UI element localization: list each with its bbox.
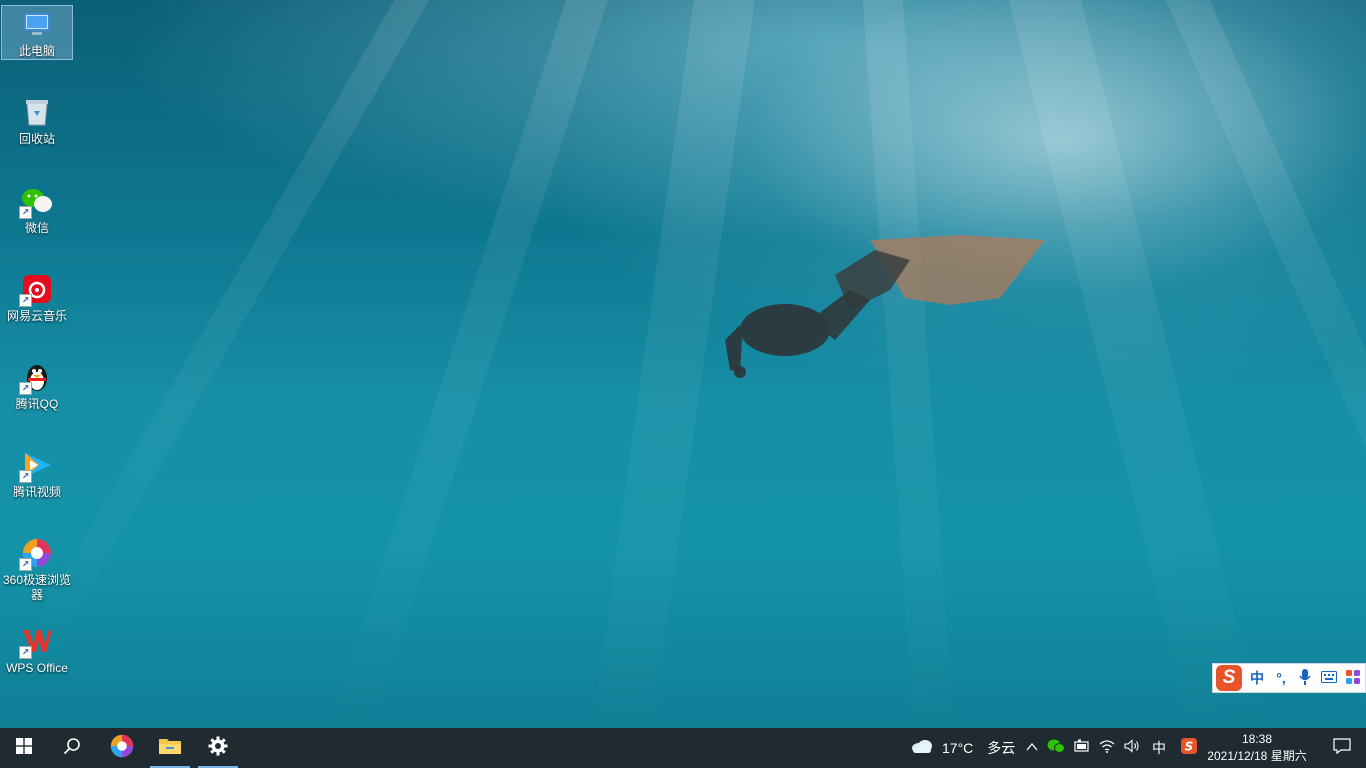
volume-icon[interactable] (1124, 738, 1140, 758)
taskbar: 17°C 多云 中 S 18:38 2021/12/18 星期六 (0, 728, 1366, 768)
desktop-icon-label: WPS Office (6, 661, 68, 675)
qq-penguin-icon: ↗ (19, 361, 53, 395)
desktop-icon-label: 网易云音乐 (6, 309, 67, 323)
shortcut-arrow-icon: ↗ (19, 558, 32, 571)
360-browser-icon (110, 734, 134, 763)
recycle-bin-icon (21, 96, 53, 128)
taskbar-app-file-explorer[interactable] (146, 728, 194, 768)
shortcut-arrow-icon: ↗ (19, 206, 32, 219)
notification-icon (1333, 737, 1351, 759)
taskbar-app-settings[interactable] (194, 728, 242, 768)
grid-icon[interactable] (1344, 669, 1362, 687)
wechat-tray-icon[interactable] (1047, 738, 1065, 759)
clock-time: 18:38 (1241, 732, 1273, 746)
desktop-icon-netease-music[interactable]: ↗ 网易云音乐 (1, 269, 73, 325)
shortcut-arrow-icon: ↗ (19, 382, 32, 395)
search-icon (63, 737, 81, 760)
sogou-icon[interactable]: S (1181, 737, 1197, 759)
wechat-icon: ↗ (19, 185, 53, 219)
diver-silhouette (725, 235, 1045, 378)
svg-text:S: S (1185, 739, 1194, 753)
ime-mode-toggle[interactable]: 中 (1248, 668, 1266, 688)
360-browser-icon: ↗ (19, 537, 53, 571)
search-button[interactable] (48, 728, 96, 768)
microphone-icon[interactable] (1296, 668, 1314, 688)
clock-date: 2021/12/18 星期六 (1207, 749, 1307, 763)
desktop-icon-this-pc[interactable]: 此电脑 (1, 5, 73, 60)
chevron-up-icon[interactable] (1026, 739, 1038, 757)
shortcut-arrow-icon: ↗ (19, 646, 32, 659)
desktop-icon-label: 回收站 (18, 132, 55, 146)
desktop-icon-label: 此电脑 (18, 44, 55, 58)
ime-punctuation-toggle[interactable]: °, (1272, 670, 1290, 686)
desktop-icon-360-browser[interactable]: ↗ 360极速浏览器 (1, 533, 73, 603)
shortcut-arrow-icon: ↗ (19, 470, 32, 483)
computer-icon (21, 10, 53, 40)
start-button[interactable] (0, 728, 48, 768)
taskbar-app-360-browser[interactable] (98, 728, 146, 768)
keyboard-icon[interactable] (1320, 670, 1338, 686)
file-explorer-icon (158, 736, 182, 761)
gear-icon (208, 736, 228, 761)
desktop-wallpaper[interactable]: 此电脑 回收站 ↗ 微信 ↗ 网易云音乐 ↗ 腾讯QQ ↗ 腾讯视频 ↗ 360… (0, 0, 1366, 728)
shortcut-arrow-icon: ↗ (19, 294, 32, 307)
desktop-icon-qq[interactable]: ↗ 腾讯QQ (1, 357, 73, 413)
desktop-icon-label: 腾讯QQ (15, 397, 59, 411)
wps-office-icon: ↗ (19, 625, 53, 659)
wifi-icon[interactable] (1099, 739, 1115, 758)
weather-widget[interactable]: 17°C 多云 (910, 728, 1015, 768)
desktop-icon-label: 360极速浏览器 (2, 573, 72, 602)
input-language-indicator[interactable]: 中 (1152, 738, 1166, 758)
desktop-icon-label: 微信 (24, 221, 49, 235)
system-tray: 中 S (1026, 728, 1197, 768)
netease-music-icon: ↗ (19, 273, 53, 307)
desktop-icon-tencent-video[interactable]: ↗ 腾讯视频 (1, 445, 73, 501)
action-center-button[interactable] (1318, 728, 1366, 768)
tencent-video-icon: ↗ (19, 449, 53, 483)
windows-logo-icon (16, 737, 32, 759)
cloud-icon (910, 738, 934, 759)
desktop-icon-recycle-bin[interactable]: 回收站 (1, 92, 73, 148)
desktop-icon-wechat[interactable]: ↗ 微信 (1, 181, 73, 237)
sogou-logo-icon[interactable]: S (1216, 665, 1242, 691)
taskbar-clock[interactable]: 18:38 2021/12/18 星期六 (1196, 728, 1318, 768)
battery-icon[interactable] (1074, 739, 1090, 758)
ime-toolbar[interactable]: S 中 °, (1212, 663, 1366, 693)
weather-description: 多云 (987, 740, 1016, 756)
weather-temperature: 17°C (942, 740, 974, 756)
light-ray (327, 0, 620, 728)
desktop-icon-label: 腾讯视频 (12, 485, 61, 499)
desktop-icon-wps-office[interactable]: ↗ WPS Office (1, 621, 73, 677)
